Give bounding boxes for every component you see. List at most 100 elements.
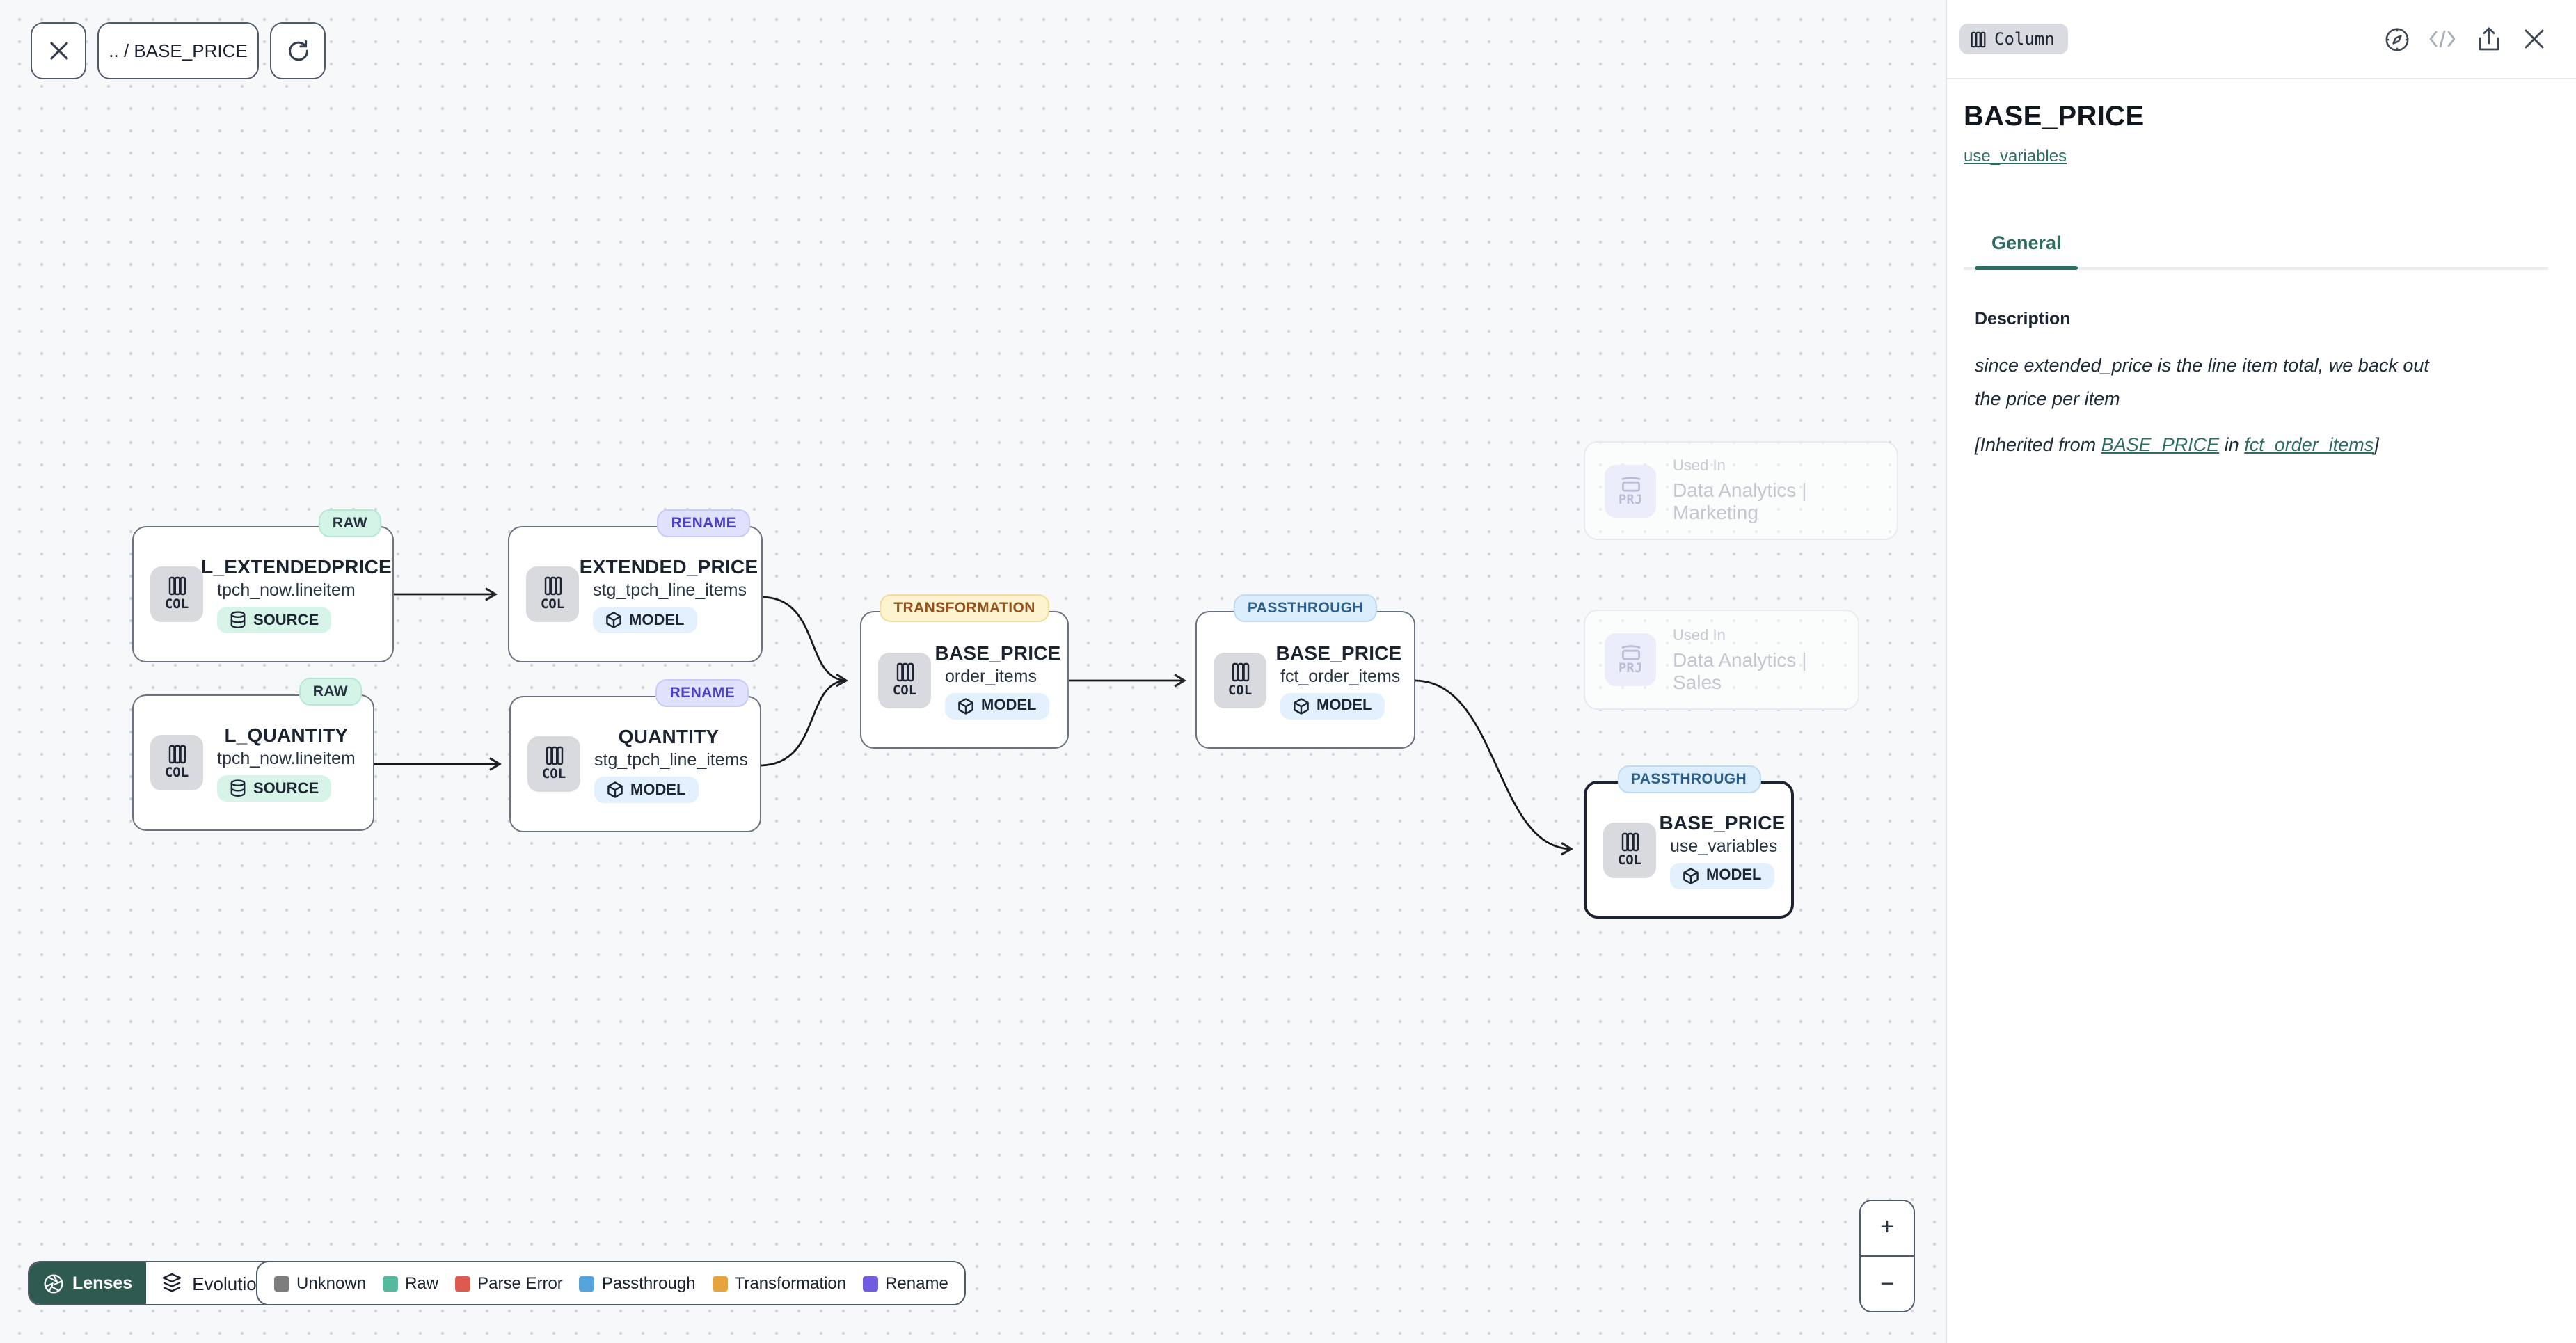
close-panel-button[interactable] — [2518, 22, 2551, 56]
legend-swatch — [863, 1276, 878, 1291]
legend-item-parse-error: Parse Error — [455, 1273, 563, 1293]
kind-badge: MODEL — [593, 607, 697, 633]
description-label: Description — [1975, 309, 2548, 328]
kind-label: MODEL — [1706, 867, 1761, 884]
breadcrumb[interactable]: .. / BASE_PRICE — [97, 22, 259, 79]
node-title: EXTENDED_PRICE — [580, 555, 758, 578]
column-chip: COL — [527, 736, 580, 792]
evolution-badge: RAW — [319, 509, 381, 537]
legend-label: Raw — [405, 1273, 438, 1293]
used-in-label: Used In — [1673, 458, 1877, 475]
lenses-button-label: Lenses — [72, 1273, 132, 1293]
node-subtitle: use_variables — [1670, 836, 1777, 855]
compass-icon — [2383, 26, 2410, 52]
close-icon — [2523, 28, 2545, 50]
project-chip-label: PRJ — [1619, 661, 1642, 676]
refresh-icon — [286, 39, 310, 63]
share-button[interactable] — [2472, 22, 2505, 56]
node-base-price-use-variables[interactable]: PASSTHROUGH COL BASE_PRICE use_variables — [1584, 781, 1794, 919]
evolution-badge: RAW — [299, 678, 362, 706]
node-subtitle: order_items — [945, 666, 1037, 685]
legend-item-unknown: Unknown — [274, 1273, 366, 1293]
project-chip-label: PRJ — [1619, 492, 1642, 507]
zoom-in-button[interactable]: + — [1861, 1201, 1914, 1255]
kind-badge: SOURCE — [217, 775, 331, 802]
node-extended-price[interactable]: RENAME COL EXTENDED_PRICE stg_tpch_line_… — [508, 526, 763, 662]
kind-badge: MODEL — [945, 692, 1049, 719]
column-chip-label: COL — [1228, 683, 1252, 698]
zoom-out-button[interactable]: − — [1861, 1257, 1914, 1312]
breadcrumb-label: .. / BASE_PRICE — [109, 40, 247, 61]
model-cube-icon — [957, 697, 974, 715]
kind-badge: MODEL — [594, 777, 698, 803]
column-icon — [168, 745, 186, 764]
refresh-button[interactable] — [270, 22, 326, 79]
app: PRJ Used In Data Analytics | Marketing P… — [0, 0, 2576, 1343]
close-lineage-button[interactable] — [31, 22, 86, 79]
entity-type-badge: Column — [1959, 24, 2069, 54]
used-in-card-sales[interactable]: PRJ Used In Data Analytics | Sales — [1584, 610, 1859, 710]
inherited-model-link[interactable]: fct_order_items — [2244, 435, 2374, 456]
legend-swatch — [580, 1276, 595, 1291]
node-subtitle: stg_tpch_line_items — [593, 580, 747, 600]
view-code-button[interactable] — [2426, 22, 2459, 56]
column-chip-label: COL — [542, 767, 566, 782]
model-link[interactable]: use_variables — [1964, 146, 2067, 166]
database-icon — [230, 779, 246, 797]
column-chip: COL — [1603, 822, 1656, 877]
legend-item-raw: Raw — [383, 1273, 438, 1293]
legend-item-rename: Rename — [863, 1273, 948, 1293]
node-subtitle: tpch_now.lineitem — [217, 580, 356, 600]
column-icon — [168, 576, 186, 596]
kind-label: MODEL — [1317, 697, 1372, 714]
panel-header: Column — [1947, 0, 2576, 79]
panel-title: BASE_PRICE — [1964, 102, 2548, 134]
column-icon — [1231, 662, 1249, 681]
legend-swatch — [455, 1276, 470, 1291]
layers-icon — [161, 1272, 182, 1294]
column-chip: COL — [150, 566, 203, 622]
description-inherited: [Inherited from BASE_PRICE in fct_order_… — [1975, 435, 2548, 456]
kind-badge: SOURCE — [217, 607, 331, 633]
node-quantity[interactable]: RENAME COL QUANTITY stg_tpch_line_items — [509, 696, 761, 832]
legend-swatch — [274, 1276, 289, 1291]
project-chip: PRJ — [1605, 464, 1656, 517]
project-tray-icon — [1619, 643, 1641, 661]
used-in-name: Data Analytics | Marketing — [1673, 479, 1877, 523]
tabs: General — [1964, 232, 2548, 270]
node-base-price-order-items[interactable]: TRANSFORMATION COL BASE_PRICE order_item… — [860, 611, 1069, 749]
inherited-mid: in — [2219, 435, 2244, 456]
kind-badge: MODEL — [1280, 692, 1384, 719]
legend-label: Rename — [885, 1273, 948, 1293]
inherited-column-link[interactable]: BASE_PRICE — [2101, 435, 2220, 456]
kind-label: MODEL — [629, 612, 684, 628]
column-icon — [543, 576, 562, 596]
lenses-button[interactable]: Lenses — [29, 1262, 146, 1304]
database-icon — [230, 611, 246, 629]
node-base-price-fct-order-items[interactable]: PASSTHROUGH COL BASE_PRICE fct_order_ite… — [1195, 611, 1415, 749]
evolution-badge: TRANSFORMATION — [880, 594, 1049, 622]
column-chip-label: COL — [1618, 852, 1641, 868]
node-title: BASE_PRICE — [1276, 641, 1402, 663]
description-text: since extended_price is the line item to… — [1975, 349, 2455, 415]
kind-badge: MODEL — [1670, 862, 1774, 889]
legend-label: Transformation — [735, 1273, 847, 1293]
panel-body: BASE_PRICE use_variables General Descrip… — [1947, 79, 2576, 456]
node-title: BASE_PRICE — [1660, 811, 1786, 833]
share-icon — [2476, 26, 2500, 52]
model-cube-icon — [605, 611, 622, 629]
used-in-label: Used In — [1673, 627, 1838, 644]
entity-type-label: Column — [1994, 29, 2055, 49]
node-l-quantity[interactable]: RAW COL L_QUANTITY tpch_now.lineitem — [132, 694, 374, 831]
tab-general[interactable]: General — [1975, 232, 2078, 267]
node-title: BASE_PRICE — [935, 641, 1061, 663]
node-title: L_EXTENDEDPRICE — [201, 555, 392, 578]
kind-label: MODEL — [981, 697, 1036, 714]
node-l-extendedprice[interactable]: RAW COL L_EXTENDEDPRICE tpch_now.lineite… — [132, 526, 394, 662]
evolution-badge: RENAME — [656, 679, 749, 707]
legend-swatch — [713, 1276, 728, 1291]
explore-button[interactable] — [2380, 22, 2413, 56]
used-in-card-marketing[interactable]: PRJ Used In Data Analytics | Marketing — [1584, 441, 1898, 540]
column-chip: COL — [878, 652, 931, 708]
model-cube-icon — [1293, 697, 1310, 715]
